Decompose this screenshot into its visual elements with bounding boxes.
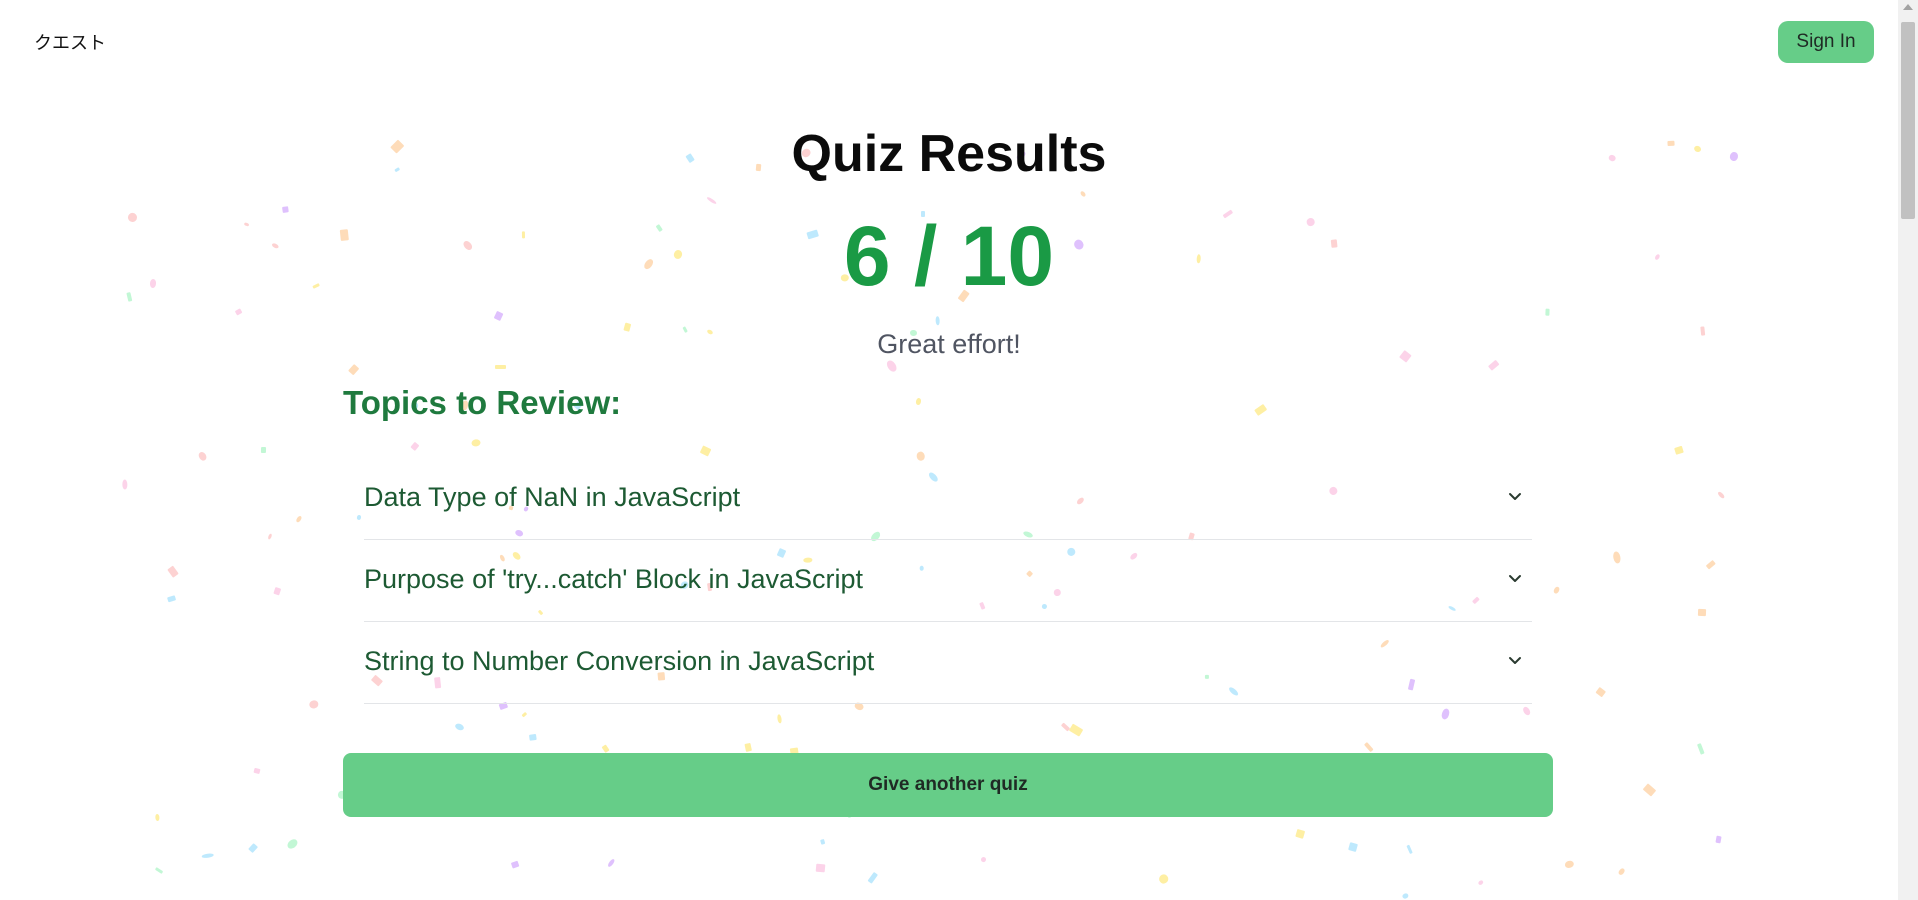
confetti-piece — [885, 358, 899, 373]
confetti-piece — [454, 721, 465, 732]
topics-heading: Topics to Review: — [343, 384, 622, 421]
brand-logo[interactable]: クエスト — [34, 29, 106, 55]
confetti-piece — [196, 450, 208, 463]
confetti-piece — [470, 438, 481, 448]
confetti-piece — [267, 533, 273, 540]
chevron-down-icon — [1509, 493, 1521, 500]
confetti-piece — [495, 364, 506, 369]
chevron-down-icon — [1509, 575, 1521, 582]
confetti-piece — [528, 733, 537, 741]
confetti-piece — [294, 515, 303, 524]
confetti-piece — [347, 363, 359, 376]
confetti-piece — [522, 712, 528, 718]
page-scrollbar[interactable] — [1898, 0, 1918, 900]
scroll-up-arrow-icon[interactable] — [1903, 4, 1913, 10]
confetti-piece — [493, 310, 504, 322]
confetti-piece — [1697, 609, 1706, 617]
confetti-piece — [154, 867, 164, 875]
confetti-piece — [122, 479, 128, 490]
confetti-piece — [1253, 403, 1267, 416]
confetti-piece — [1477, 879, 1484, 886]
score-display: 6 / 10 — [843, 209, 1055, 303]
confetti-piece — [1440, 707, 1451, 721]
confetti-piece — [1595, 686, 1607, 698]
confetti-piece — [260, 446, 266, 453]
confetti-piece — [1704, 559, 1716, 570]
confetti-piece — [410, 441, 420, 451]
confetti-piece — [935, 315, 940, 326]
confetti-piece — [1364, 741, 1374, 752]
confetti-piece — [1545, 308, 1550, 316]
confetti-piece — [285, 837, 300, 851]
confetti-piece — [699, 445, 712, 457]
confetti-piece — [1487, 359, 1500, 371]
confetti-piece — [979, 855, 987, 863]
confetti-piece — [1643, 783, 1657, 797]
topics-accordion: Data Type of NaN in JavaScript Purpose o… — [364, 458, 1532, 704]
confetti-piece — [1563, 860, 1575, 870]
page-title: Quiz Results — [791, 125, 1107, 183]
scrollbar-thumb[interactable] — [1901, 22, 1915, 219]
topic-label: Purpose of 'try...catch' Block in JavaSc… — [364, 564, 864, 594]
confetti-piece — [815, 863, 826, 872]
confetti-piece — [273, 586, 282, 596]
confetti-piece — [1347, 841, 1358, 852]
quiz-results-page: クエスト Sign In Quiz Results 6 / 10 Great e… — [0, 0, 1918, 900]
confetti-piece — [744, 742, 752, 753]
confetti-piece — [1612, 551, 1622, 565]
confetti-piece — [1674, 445, 1684, 455]
confetti-piece — [254, 767, 261, 774]
confetti-piece — [1405, 844, 1413, 855]
confetti-piece — [1157, 873, 1170, 886]
confetti-piece — [1715, 835, 1722, 844]
confetti-piece — [1079, 190, 1087, 198]
topic-accordion-item[interactable]: String to Number Conversion in JavaScrip… — [364, 622, 1532, 704]
confetti-piece — [154, 813, 160, 821]
confetti-piece — [776, 713, 783, 724]
confetti-piece — [820, 838, 826, 845]
confetti-piece — [705, 195, 717, 205]
confetti-piece — [1068, 723, 1083, 737]
topic-label: String to Number Conversion in JavaScrip… — [364, 646, 875, 676]
confetti-piece — [867, 871, 879, 884]
confetti-piece — [607, 858, 616, 868]
confetti-piece — [1696, 743, 1705, 756]
topic-label: Data Type of NaN in JavaScript — [364, 482, 741, 512]
confetti-piece — [167, 595, 177, 603]
feedback-message: Great effort! — [877, 329, 1021, 359]
confetti-piece — [601, 744, 610, 753]
confetti-piece — [1617, 867, 1626, 876]
confetti-piece — [356, 515, 363, 521]
confetti-piece — [247, 843, 258, 854]
confetti-piece — [234, 307, 243, 316]
confetti-piece — [1061, 722, 1071, 732]
topic-accordion-item[interactable]: Purpose of 'try...catch' Block in JavaSc… — [364, 540, 1532, 622]
confetti-piece — [201, 852, 214, 859]
confetti-piece — [1716, 490, 1726, 500]
confetti-piece — [915, 397, 922, 406]
topic-accordion-item[interactable]: Data Type of NaN in JavaScript — [364, 458, 1532, 540]
confetti-piece — [1552, 585, 1560, 595]
sign-in-button[interactable]: Sign In — [1778, 21, 1874, 63]
confetti-piece — [308, 699, 319, 709]
confetti-piece — [510, 860, 520, 869]
confetti-piece — [1294, 829, 1305, 840]
chevron-down-icon — [1509, 657, 1521, 664]
confetti-piece — [1521, 705, 1533, 717]
give-another-quiz-button[interactable]: Give another quiz — [343, 753, 1553, 817]
confetti-piece — [1402, 892, 1410, 900]
confetti-piece — [166, 566, 179, 579]
